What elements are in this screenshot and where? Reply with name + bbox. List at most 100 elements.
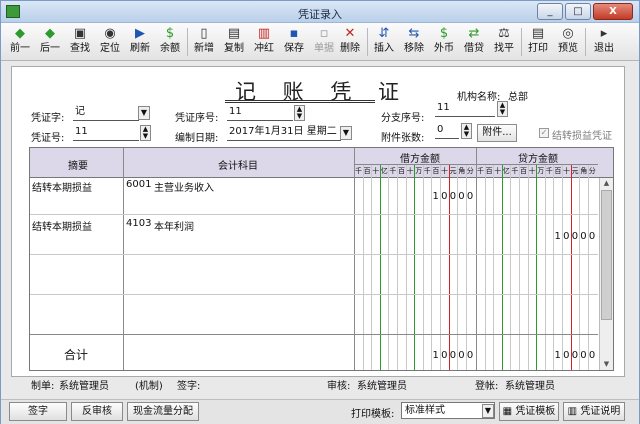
amount-digit: 0 <box>466 350 474 361</box>
chevron-down-icon[interactable]: ▼ <box>138 106 150 120</box>
insert-button[interactable]: ⇵ 插入 <box>369 25 399 59</box>
book-icon: ▥ <box>567 406 581 417</box>
voucher-no-spinner[interactable]: ▲ ▼ <box>140 125 151 141</box>
row-2-code[interactable]: 4103 <box>126 218 151 229</box>
printer-icon: ▤ <box>531 26 545 41</box>
branch-seq-input[interactable]: 11 <box>435 101 495 117</box>
amount-digit: 1 <box>432 350 439 361</box>
template-button[interactable]: ▦ 凭证模板 <box>499 402 559 421</box>
grid-scrollbar[interactable]: ▲ ▼ <box>599 178 613 370</box>
voucher-grid: 摘要 会计科目 借方金额 贷方金额 千百十亿千百十万千百十元角分千百十亿千百十万… <box>29 147 614 371</box>
toolbar: ◆ 前一 ◆ 后一 ▣ 查找 ◉ 定位 ▶ 刷新 $ 余额 ▯ 新增 ▤ 复制 ▥ 冲红 ▪ 保存 … <box>1 23 639 61</box>
chevron-down-icon[interactable]: ▼ <box>482 404 494 418</box>
unaudit-button[interactable]: 反审核 <box>71 402 123 421</box>
maximize-button[interactable]: □ <box>565 3 591 20</box>
scroll-thumb[interactable] <box>601 190 612 320</box>
digit-column-line <box>587 165 589 370</box>
row-2-account[interactable]: 本年利润 <box>154 218 194 233</box>
toolbar-separator <box>187 28 188 56</box>
digit-column-line <box>527 165 529 370</box>
refresh-button[interactable]: ▶ 刷新 <box>125 25 155 59</box>
amount-digit: 1 <box>432 191 439 202</box>
exit-door-icon: ▸ <box>600 26 608 41</box>
row-divider <box>30 334 598 335</box>
maker-value: 系统管理员 <box>59 381 109 392</box>
preview-icon: ◎ <box>562 26 574 41</box>
remove-button[interactable]: ⇆ 移除 <box>399 25 429 59</box>
red-reverse-button[interactable]: ▥ 冲红 <box>249 25 279 59</box>
sign-label: 签字: <box>177 381 201 392</box>
toolbar-separator <box>521 28 522 56</box>
row-1-summary[interactable]: 结转本期损益 <box>32 179 92 194</box>
post-label: 登帐: <box>475 381 499 392</box>
amount-digit: 0 <box>571 231 579 242</box>
new-button[interactable]: ▯ 新增 <box>189 25 219 59</box>
audit-label: 审核: <box>327 381 351 392</box>
digit-column-line <box>536 165 538 370</box>
copy-icon: ▤ <box>227 26 241 41</box>
exit-button[interactable]: ▸ 退出 <box>589 25 619 59</box>
scroll-up-icon[interactable]: ▲ <box>601 178 612 189</box>
help-button[interactable]: ▥ 凭证说明 <box>563 402 625 421</box>
row-divider <box>30 254 598 255</box>
voucher-type-select[interactable]: 记 <box>73 105 139 121</box>
attach-button[interactable]: 附件... <box>477 124 517 142</box>
grid-col-line <box>123 148 124 370</box>
document-button[interactable]: ▫ 单据 <box>309 25 339 59</box>
digit-column-line <box>422 165 424 370</box>
balance-button[interactable]: $ 余额 <box>155 25 185 59</box>
row-1-code[interactable]: 6001 <box>126 179 151 190</box>
date-picker[interactable]: 2017年1月31日 星期二 <box>227 125 341 141</box>
amount-digit: 0 <box>580 350 587 361</box>
copy-button[interactable]: ▤ 复制 <box>219 25 249 59</box>
close-button[interactable]: X <box>593 3 633 20</box>
amount-digit: 0 <box>458 191 465 202</box>
chevron-down-icon[interactable]: ▼ <box>340 126 352 140</box>
locate-button[interactable]: ◉ 定位 <box>95 25 125 59</box>
foreign-currency-button[interactable]: $ 外币 <box>429 25 459 59</box>
toolbar-separator <box>367 28 368 56</box>
delete-button[interactable]: ✕ 删除 <box>337 25 363 59</box>
amount-digit: 0 <box>588 350 596 361</box>
print-template-select[interactable]: 标准样式 <box>401 402 495 419</box>
minimize-button[interactable]: _ <box>537 3 563 20</box>
title-bar: 凭证录入 _ □ X <box>1 1 639 23</box>
next-button[interactable]: ◆ 后一 <box>35 25 65 59</box>
attach-count-input[interactable]: 0 <box>435 123 459 139</box>
digit-column-line <box>397 165 398 370</box>
prev-button[interactable]: ◆ 前一 <box>5 25 35 59</box>
digit-column-line <box>388 165 390 370</box>
attach-spinner[interactable]: ▲ ▼ <box>461 123 472 139</box>
row-1-account[interactable]: 主营业务收入 <box>154 179 214 194</box>
row-2-summary[interactable]: 结转本期损益 <box>32 218 92 233</box>
carry-profit-checkbox[interactable]: ✓ <box>539 128 549 138</box>
save-button[interactable]: ▪ 保存 <box>279 25 309 59</box>
amount-digit: 0 <box>458 350 465 361</box>
find-icon: ▣ <box>73 26 87 41</box>
cashflow-button[interactable]: 现金流量分配 <box>127 402 199 421</box>
foreign-currency-icon: $ <box>439 26 449 41</box>
scroll-down-icon[interactable]: ▼ <box>601 359 612 370</box>
dollar-icon: $ <box>165 26 175 41</box>
seq-input[interactable]: 11 <box>227 105 293 121</box>
preview-button[interactable]: ◎ 预览 <box>553 25 583 59</box>
debit-credit-button[interactable]: ⇄ 借贷 <box>459 25 489 59</box>
seq-spinner[interactable]: ▲ ▼ <box>294 105 305 121</box>
col-account: 会计科目 <box>218 161 258 172</box>
date-label: 编制日期: <box>175 133 219 144</box>
sign-button[interactable]: 签字 <box>9 402 67 421</box>
branch-seq-spinner[interactable]: ▲ ▼ <box>497 101 508 117</box>
digit-column-line <box>405 165 407 370</box>
digit-column-line <box>501 165 503 370</box>
delete-icon: ✕ <box>344 26 356 41</box>
title-underline <box>225 102 375 103</box>
print-button[interactable]: ▤ 打印 <box>523 25 553 59</box>
find-button[interactable]: ▣ 查找 <box>65 25 95 59</box>
amount-digit: 0 <box>563 350 570 361</box>
digit-column-line <box>562 165 563 370</box>
voucher-no-input[interactable]: 11 <box>73 125 139 141</box>
document-icon: ▫ <box>319 26 329 41</box>
print-template-label: 打印模板: <box>351 409 395 420</box>
amount-digit: 0 <box>441 191 448 202</box>
balance-out-button[interactable]: ⚖ 找平 <box>489 25 519 59</box>
